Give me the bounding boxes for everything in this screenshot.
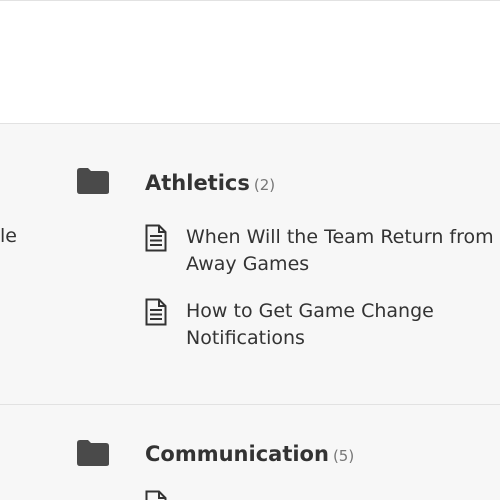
category-title-athletics[interactable]: Athletics (2) xyxy=(145,171,275,195)
category-count: (5) xyxy=(332,447,355,465)
document-icon xyxy=(145,298,167,326)
category-title-communication[interactable]: Communication (5) xyxy=(145,442,354,466)
category-count: (2) xyxy=(253,176,276,194)
article-link[interactable]: When Will the Team Return from Away Game… xyxy=(186,224,500,278)
document-icon xyxy=(145,224,167,252)
category-title-text[interactable]: Athletics xyxy=(145,171,250,195)
truncated-left-text: le xyxy=(0,225,17,247)
top-panel xyxy=(0,0,500,124)
folder-icon xyxy=(76,439,110,467)
article-link[interactable]: How to Get Game Change Notifications xyxy=(186,298,500,352)
document-icon xyxy=(145,490,167,500)
folder-icon xyxy=(76,167,110,195)
category-title-text[interactable]: Communication xyxy=(145,442,329,466)
